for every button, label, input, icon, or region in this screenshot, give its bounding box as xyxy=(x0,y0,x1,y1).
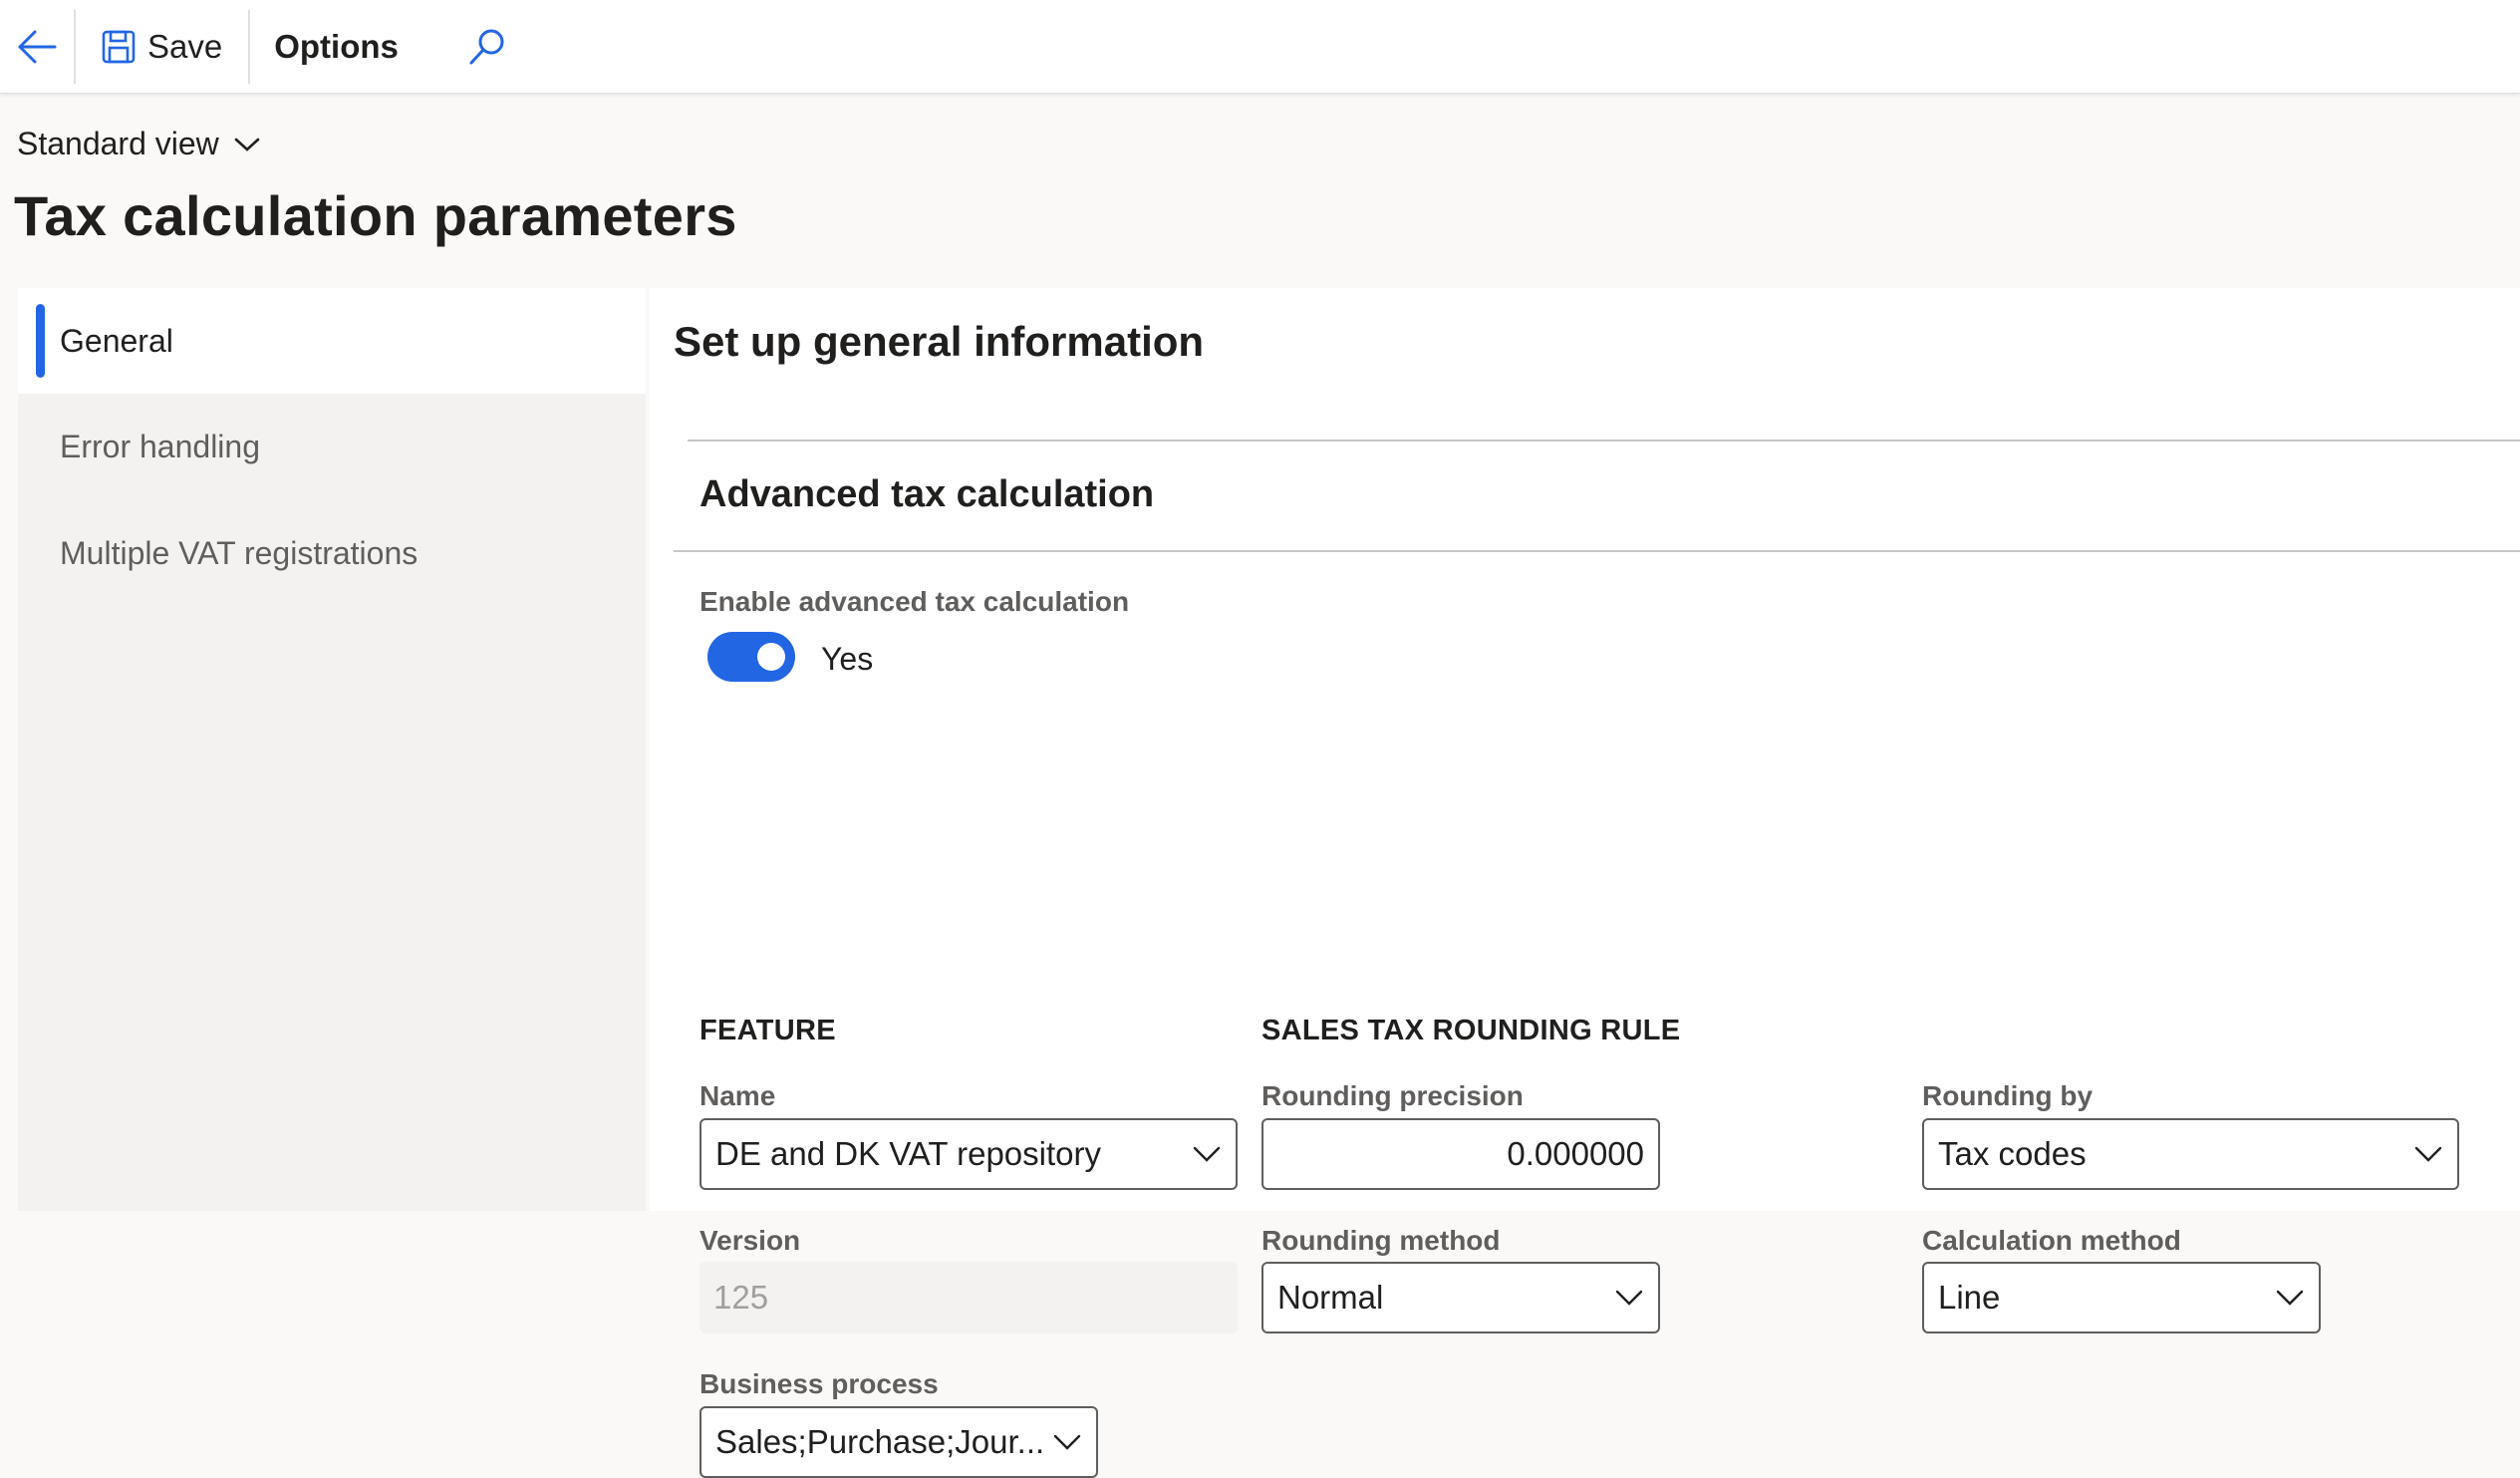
feature-group-header: FEATURE xyxy=(700,1015,836,1046)
options-button[interactable]: Options xyxy=(250,0,424,94)
fasttab-header-advanced-tax-calculation[interactable]: Advanced tax calculation xyxy=(700,473,1154,516)
chevron-down-icon xyxy=(1192,1145,1222,1163)
business-process-label: Business process xyxy=(700,1368,939,1399)
search-icon xyxy=(469,29,504,64)
nav-item-label: Multiple VAT registrations xyxy=(60,534,419,571)
back-button[interactable] xyxy=(0,0,74,94)
save-button[interactable]: Save xyxy=(76,0,248,94)
view-label: Standard view xyxy=(17,126,219,161)
business-process-value: Sales;Purchase;Jour... xyxy=(715,1423,1042,1460)
feature-name-dropdown[interactable]: DE and DK VAT repository xyxy=(700,1118,1238,1190)
nav-item-general[interactable]: General xyxy=(18,288,646,394)
calculation-method-dropdown[interactable]: Line xyxy=(1922,1262,2321,1333)
feature-name-label: Name xyxy=(700,1080,776,1111)
chevron-down-icon xyxy=(2413,1145,2443,1163)
rounding-method-label: Rounding method xyxy=(1261,1225,1501,1256)
chevron-down-icon xyxy=(1614,1289,1644,1307)
nav-item-label: General xyxy=(60,322,173,359)
rounding-by-value: Tax codes xyxy=(1938,1135,2087,1172)
back-arrow-icon xyxy=(18,30,57,63)
options-label: Options xyxy=(274,27,399,65)
rounding-method-value: Normal xyxy=(1277,1279,1384,1316)
active-indicator xyxy=(36,304,45,378)
enable-advanced-tax-value: Yes xyxy=(821,641,874,677)
version-value: 125 xyxy=(713,1279,769,1316)
rounding-by-label: Rounding by xyxy=(1922,1080,2094,1111)
version-field: 125 xyxy=(700,1262,1238,1333)
content-panel: Set up general information Advanced tax … xyxy=(650,288,2520,1478)
divider xyxy=(674,550,2520,552)
feature-name-value: DE and DK VAT repository xyxy=(715,1135,1101,1172)
view-selector[interactable]: Standard view xyxy=(17,126,261,162)
rounding-precision-label: Rounding precision xyxy=(1261,1080,1524,1111)
chevron-down-icon xyxy=(2275,1289,2305,1307)
calculation-method-value: Line xyxy=(1938,1279,2001,1316)
page-title: Tax calculation parameters xyxy=(14,184,737,247)
toggle-knob xyxy=(757,643,785,671)
enable-advanced-tax-toggle[interactable] xyxy=(707,632,795,682)
nav-item-error-handling[interactable]: Error handling xyxy=(18,394,646,499)
rounding-precision-value: 0.000000 xyxy=(1507,1135,1644,1172)
rounding-method-dropdown[interactable]: Normal xyxy=(1261,1262,1660,1333)
section-nav: General Error handling Multiple VAT regi… xyxy=(18,288,646,1211)
divider xyxy=(688,440,2520,442)
save-label: Save xyxy=(147,27,223,65)
rounding-group-header: SALES TAX ROUNDING RULE xyxy=(1261,1015,1681,1046)
business-process-dropdown[interactable]: Sales;Purchase;Jour... xyxy=(700,1406,1098,1478)
section-title: Set up general information xyxy=(674,318,1205,365)
rounding-by-dropdown[interactable]: Tax codes xyxy=(1922,1118,2459,1190)
version-label: Version xyxy=(700,1225,801,1256)
calculation-method-label: Calculation method xyxy=(1922,1225,2181,1256)
nav-item-label: Error handling xyxy=(60,428,260,464)
rounding-precision-input[interactable]: 0.000000 xyxy=(1261,1118,1660,1190)
chevron-down-icon xyxy=(1052,1433,1082,1451)
enable-advanced-tax-label: Enable advanced tax calculation xyxy=(700,586,1130,617)
search-button[interactable] xyxy=(432,0,542,94)
chevron-down-icon xyxy=(233,136,261,153)
action-toolbar: Save Options xyxy=(0,0,2520,94)
save-icon xyxy=(102,30,136,64)
nav-item-multiple-vat-registrations[interactable]: Multiple VAT registrations xyxy=(18,500,646,606)
